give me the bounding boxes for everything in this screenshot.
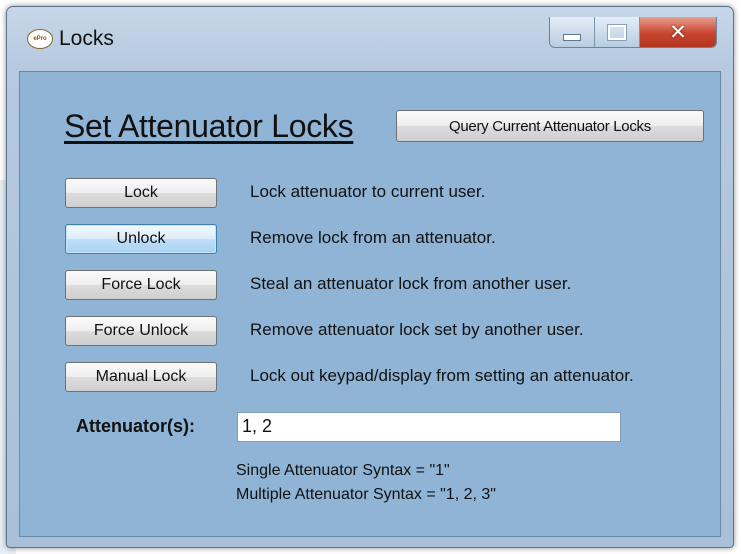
query-locks-button[interactable]: Query Current Attenuator Locks	[396, 110, 704, 142]
app-logo-text: ePro	[33, 36, 47, 42]
manual-lock-button[interactable]: Manual Lock	[65, 362, 217, 392]
caption-buttons: ✕	[549, 17, 717, 48]
unlock-description: Remove lock from an attenuator.	[250, 228, 496, 247]
minimize-icon	[563, 33, 581, 41]
lock-description: Lock attenuator to current user.	[250, 182, 486, 201]
force-lock-description: Steal an attenuator lock from another us…	[250, 274, 572, 293]
maximize-icon	[607, 23, 627, 41]
page-title: Set Attenuator Locks	[64, 108, 354, 144]
attenuators-label: Attenuator(s):	[76, 416, 195, 436]
close-icon: ✕	[669, 20, 687, 44]
client-area: Set Attenuator Locks Query Current Atten…	[19, 71, 721, 537]
app-logo-icon: ePro	[27, 29, 53, 49]
force-unlock-button[interactable]: Force Unlock	[65, 316, 217, 346]
minimize-button[interactable]	[550, 17, 595, 47]
title-bar[interactable]: ePro Locks ✕	[7, 7, 733, 71]
window-title: Locks	[59, 27, 114, 50]
manual-lock-description: Lock out keypad/display from setting an …	[250, 366, 634, 385]
single-syntax-hint: Single Attenuator Syntax = "1"	[236, 462, 450, 479]
attenuators-input[interactable]: 1, 2	[237, 412, 621, 442]
locks-window: ePro Locks ✕ Set Attenuator Locks Query …	[6, 6, 734, 548]
unlock-button[interactable]: Unlock	[65, 224, 217, 254]
maximize-button[interactable]	[595, 17, 640, 47]
force-unlock-description: Remove attenuator lock set by another us…	[250, 320, 584, 339]
close-button[interactable]: ✕	[640, 17, 716, 47]
multiple-syntax-hint: Multiple Attenuator Syntax = "1, 2, 3"	[236, 486, 496, 503]
lock-button[interactable]: Lock	[65, 178, 217, 208]
force-lock-button[interactable]: Force Lock	[65, 270, 217, 300]
